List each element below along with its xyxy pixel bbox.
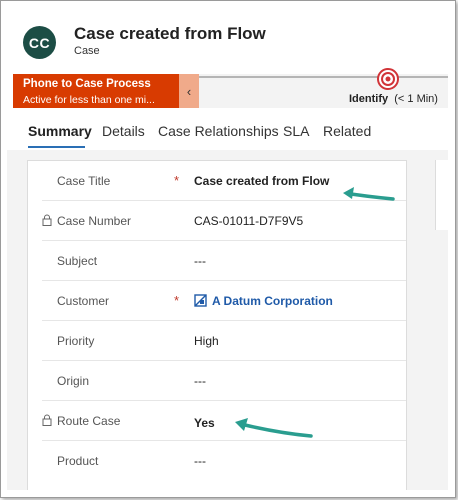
priority-select[interactable]: High: [194, 334, 219, 348]
tab-details[interactable]: Details: [102, 123, 145, 139]
form-tabs: Summary Details Case Relationships SLA R…: [7, 110, 448, 150]
field-row-case-number: Case Number CAS-01011-D7F9V5: [28, 201, 406, 241]
origin-select[interactable]: ---: [194, 374, 206, 388]
collapse-process-button[interactable]: ‹: [179, 74, 199, 108]
tab-sla[interactable]: SLA: [283, 123, 309, 139]
field-label: Origin: [57, 374, 90, 388]
field-row-customer: Customer * A Datum Corporation: [28, 281, 406, 321]
annotation-arrow-icon: [235, 418, 313, 438]
process-status: Active for less than one mi...: [23, 94, 155, 106]
entity-type-label: Case: [74, 45, 100, 57]
field-label: Priority: [57, 334, 95, 348]
active-stage-target-icon[interactable]: [377, 68, 399, 90]
route-case-value: Yes: [194, 416, 215, 430]
field-row-origin: Origin ---: [28, 361, 406, 401]
business-process-bar: Phone to Case Process Active for less th…: [13, 68, 448, 108]
field-row-route-case: Route Case Yes: [28, 401, 406, 441]
page-title: Case created from Flow: [74, 24, 266, 43]
subject-input[interactable]: ---: [194, 254, 206, 268]
lock-icon: [42, 414, 52, 426]
case-form: CC Case created from Flow Case Phone to …: [7, 6, 448, 490]
process-name: Phone to Case Process: [23, 78, 151, 90]
active-tab-indicator: [28, 146, 85, 148]
required-marker: *: [174, 293, 180, 308]
side-panel-edge: [435, 160, 448, 230]
screenshot-frame: CC Case created from Flow Case Phone to …: [0, 0, 456, 498]
field-label: Customer: [57, 294, 110, 308]
field-label: Product: [57, 454, 99, 468]
avatar: CC: [23, 26, 56, 59]
tab-case-relationships[interactable]: Case Relationships: [158, 123, 279, 139]
account-icon: [194, 294, 207, 307]
field-label: Case Number: [57, 214, 132, 228]
field-label: Case Title: [57, 174, 111, 188]
field-row-subject: Subject ---: [28, 241, 406, 281]
customer-link[interactable]: A Datum Corporation: [212, 294, 333, 308]
stage-step-name: Identify: [349, 93, 389, 105]
record-header: CC Case created from Flow Case: [7, 6, 448, 72]
stage-step-duration: (< 1 Min): [394, 93, 438, 105]
customer-lookup[interactable]: A Datum Corporation: [194, 294, 333, 308]
case-details-section: Case Title * Case created from Flow Case…: [27, 160, 407, 490]
field-row-product: Product ---: [28, 441, 406, 481]
lock-icon: [42, 214, 52, 226]
annotation-arrow-icon: [343, 187, 395, 201]
case-number-value: CAS-01011-D7F9V5: [194, 214, 304, 228]
case-title-input[interactable]: Case created from Flow: [194, 174, 329, 188]
product-lookup[interactable]: ---: [194, 454, 206, 468]
required-marker: *: [174, 173, 180, 188]
tab-related[interactable]: Related: [323, 123, 371, 139]
tab-summary[interactable]: Summary: [28, 123, 92, 139]
field-row-priority: Priority High: [28, 321, 406, 361]
field-label: Subject: [57, 254, 98, 268]
stage-step-identify[interactable]: Identify (< 1 Min): [349, 93, 438, 105]
field-label: Route Case: [57, 414, 121, 428]
process-stage-flyout[interactable]: Phone to Case Process Active for less th…: [13, 74, 179, 108]
process-progress-line: [199, 76, 448, 78]
